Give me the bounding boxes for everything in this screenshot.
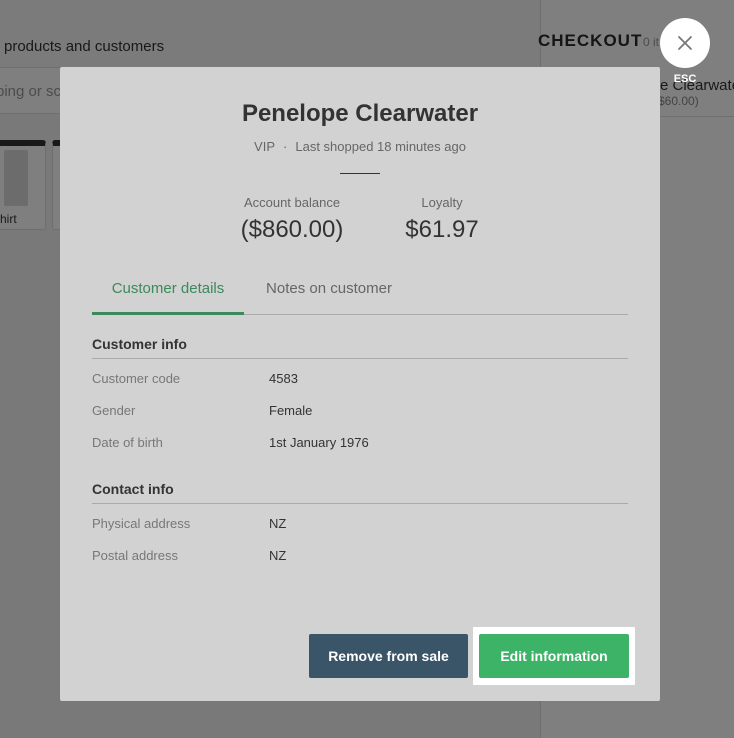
- esc-label: ESC: [673, 73, 697, 85]
- customer-subtitle: VIP · Last shopped 18 minutes ago: [60, 139, 660, 154]
- customer-code-label: Customer code: [92, 371, 181, 386]
- date-of-birth-value: 1st January 1976: [269, 435, 369, 450]
- date-of-birth-label: Date of birth: [92, 435, 163, 450]
- customer-code-value: 4583: [269, 371, 298, 386]
- remove-from-sale-button[interactable]: Remove from sale: [309, 634, 468, 678]
- contact-info-title: Contact info: [92, 481, 174, 497]
- edit-information-button[interactable]: Edit information: [479, 634, 629, 678]
- loyalty: Loyalty $61.97: [382, 195, 502, 244]
- gender-value: Female: [269, 403, 313, 418]
- physical-address-value: NZ: [269, 516, 287, 531]
- last-shopped: Last shopped 18 minutes ago: [295, 139, 466, 154]
- tab-bar: Customer details Notes on customer: [92, 273, 628, 315]
- tab-customer-details[interactable]: Customer details: [92, 273, 244, 315]
- close-icon: [678, 36, 692, 50]
- account-balance-label: Account balance: [243, 195, 341, 210]
- loyalty-label: Loyalty: [421, 195, 463, 210]
- postal-address-value: NZ: [269, 548, 287, 563]
- title-divider: [340, 173, 380, 174]
- account-balance: Account balance ($860.00): [232, 195, 352, 244]
- customer-info-title: Customer info: [92, 336, 187, 352]
- separator-dot: ·: [283, 139, 288, 154]
- customer-name: Penelope Clearwater: [241, 100, 479, 127]
- account-balance-value: ($860.00): [240, 216, 344, 243]
- tab-notes-on-customer[interactable]: Notes on customer: [258, 273, 400, 315]
- close-button[interactable]: [660, 18, 710, 68]
- gender-label: Gender: [92, 403, 136, 418]
- loyalty-value: $61.97: [405, 216, 479, 243]
- customer-modal: Penelope Clearwater VIP · Last shopped 18 …: [60, 67, 660, 701]
- customer-badge: VIP: [254, 139, 276, 154]
- physical-address-label: Physical address: [92, 516, 191, 531]
- section-divider: [92, 358, 628, 359]
- section-divider: [92, 503, 628, 504]
- postal-address-label: Postal address: [92, 548, 178, 563]
